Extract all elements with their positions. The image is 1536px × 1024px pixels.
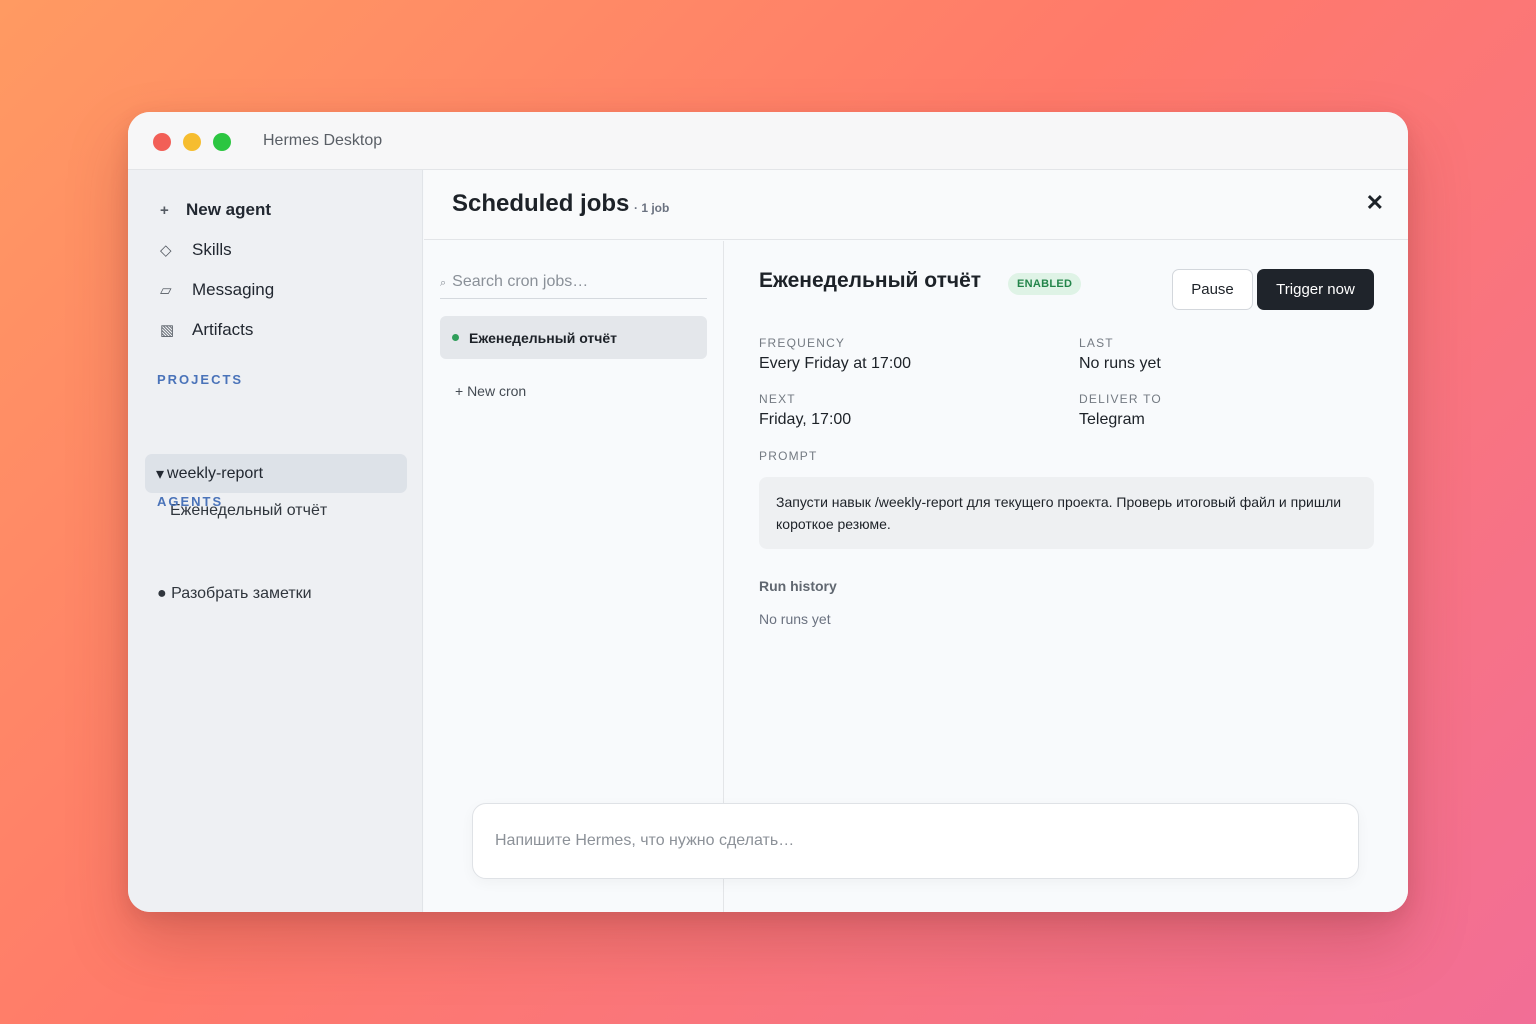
projects-section-label: PROJECTS — [157, 372, 244, 387]
last-label: LAST — [1079, 336, 1114, 350]
agents-section-label: AGENTS — [157, 494, 224, 509]
search-icon: ⌕ — [440, 277, 447, 289]
prompt-label: PROMPT — [759, 449, 818, 463]
job-list-item-label: Еженедельный отчёт — [469, 329, 618, 346]
run-history-empty: No runs yet — [759, 611, 831, 627]
prompt-text: Запусти навык /weekly-report для текущег… — [759, 477, 1374, 549]
sidebar-item-artifacts[interactable]: ▧ Artifacts — [158, 317, 253, 343]
project-name: weekly-report — [167, 464, 264, 482]
sidebar-item-label: Messaging — [192, 280, 275, 299]
search-bar: ⌕ — [440, 265, 707, 299]
deliver-to-value: Telegram — [1079, 411, 1145, 428]
app-window: Hermes Desktop + New agent ◇ Skills ▱ Me… — [128, 112, 1408, 912]
sidebar-project-weekly-report[interactable]: ▾ weekly-report — [145, 454, 407, 493]
sidebar-item-skills[interactable]: ◇ Skills — [158, 237, 232, 263]
run-history-heading: Run history — [759, 578, 837, 594]
status-badge: ENABLED — [1008, 273, 1082, 295]
status-dot — [452, 334, 459, 341]
plus-icon: + — [160, 201, 169, 219]
sidebar-item-messaging[interactable]: ▱ Messaging — [158, 277, 274, 303]
job-title: Еженедельный отчёт — [759, 269, 982, 292]
sidebar-item-label: New agent — [186, 200, 272, 219]
pause-button[interactable]: Pause — [1172, 269, 1253, 310]
new-cron-button[interactable]: + New cron — [455, 383, 526, 399]
trigger-now-button[interactable]: Trigger now — [1257, 269, 1374, 310]
panel-header: Scheduled jobs · 1 job ✕ — [424, 170, 1408, 240]
close-icon[interactable]: ✕ — [1366, 190, 1384, 216]
sidebar: + New agent ◇ Skills ▱ Messaging ▧ Artif… — [128, 170, 423, 912]
last-value: No runs yet — [1079, 355, 1161, 372]
job-count: · 1 job — [634, 201, 670, 215]
window-title: Hermes Desktop — [263, 132, 383, 149]
frequency-label: FREQUENCY — [759, 336, 846, 350]
sidebar-agent-item[interactable]: ● Разобрать заметки — [157, 585, 312, 603]
maximize-window-button[interactable] — [213, 133, 231, 151]
search-input[interactable] — [452, 272, 683, 291]
frequency-value: Every Friday at 17:00 — [759, 355, 912, 372]
main-panel: Scheduled jobs · 1 job ✕ ⌕ Еженедельный … — [424, 170, 1408, 912]
message-icon: ▱ — [160, 282, 172, 299]
deliver-to-label: DELIVER TO — [1079, 392, 1162, 406]
artifacts-icon: ▧ — [160, 322, 175, 339]
next-label: NEXT — [759, 392, 796, 406]
job-list-item[interactable]: Еженедельный отчёт — [440, 316, 707, 359]
sidebar-item-label: Skills — [192, 240, 232, 259]
page-title: Scheduled jobs — [452, 190, 630, 217]
close-window-button[interactable] — [153, 133, 171, 151]
sidebar-item-label: Artifacts — [192, 320, 254, 339]
next-value: Friday, 17:00 — [759, 411, 852, 428]
sidebar-item-new-agent[interactable]: + New agent — [158, 197, 271, 223]
minimize-window-button[interactable] — [183, 133, 201, 151]
message-input[interactable] — [495, 832, 1335, 850]
title-bar: Hermes Desktop — [128, 112, 1408, 170]
caret-down-icon: ▾ — [156, 465, 165, 483]
composer — [472, 803, 1359, 879]
diamond-icon: ◇ — [160, 242, 172, 259]
